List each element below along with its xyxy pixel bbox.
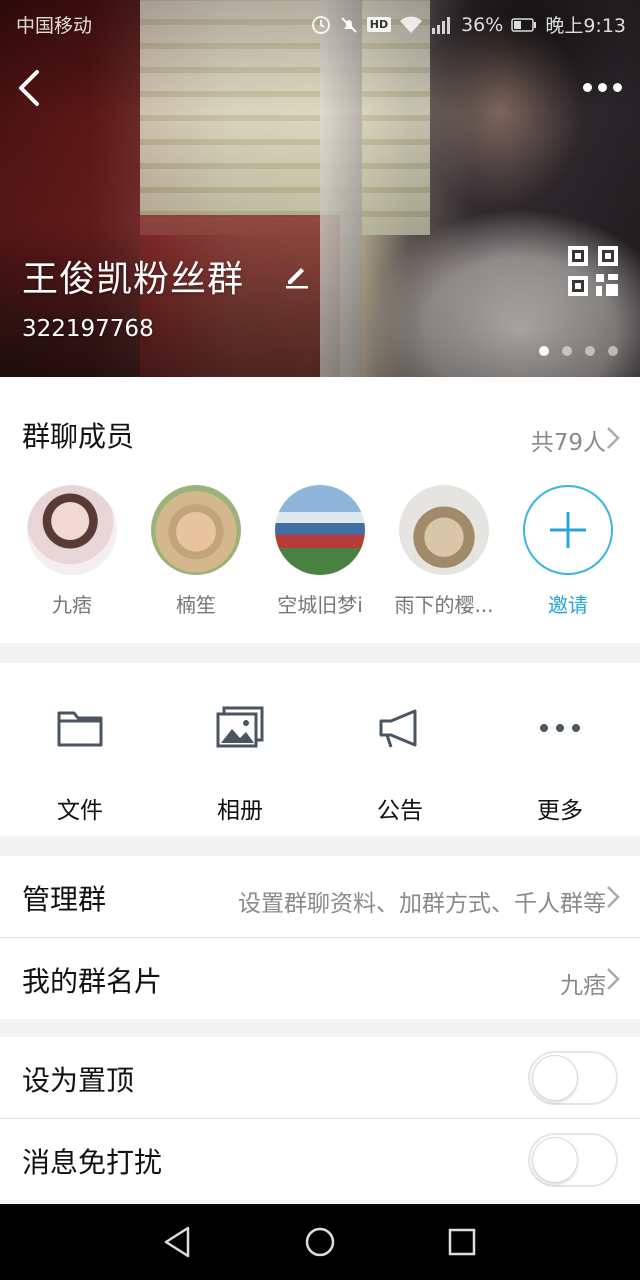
do-not-disturb-toggle[interactable] xyxy=(528,1133,618,1187)
member-name: 空城旧梦i xyxy=(277,593,363,617)
row-label: 消息免打扰 xyxy=(22,1146,163,1179)
battery-icon xyxy=(511,17,537,32)
carousel-dot xyxy=(608,346,618,356)
carousel-dot xyxy=(539,346,549,356)
status-icons: HD 36% 晚上9:13 xyxy=(311,11,626,38)
chevron-right-icon xyxy=(607,968,620,990)
pin-top-row: 设为置顶 xyxy=(0,1037,640,1118)
wifi-icon xyxy=(400,16,423,33)
member-item[interactable]: 雨下的樱... xyxy=(382,485,506,618)
alarm-icon xyxy=(311,15,330,34)
action-label: 公告 xyxy=(377,798,423,824)
members-title: 群聊成员 xyxy=(22,420,135,453)
avatar xyxy=(151,485,241,575)
group-name: 王俊凯粉丝群 xyxy=(22,259,245,300)
hd-icon: HD xyxy=(366,17,392,32)
my-group-card-row[interactable]: 我的群名片 九痞 xyxy=(0,938,640,1019)
carousel-dot xyxy=(585,346,595,356)
member-item[interactable]: 九痞 xyxy=(10,485,134,618)
carrier-name: 中国移动 xyxy=(16,15,93,37)
avatar xyxy=(27,485,117,575)
signal-icon xyxy=(432,16,451,34)
mute-icon xyxy=(341,16,357,33)
pin-top-toggle[interactable] xyxy=(528,1051,618,1105)
battery-percent: 36% xyxy=(461,13,504,36)
action-label: 相册 xyxy=(217,798,263,824)
announcement-button[interactable]: 公告 xyxy=(340,703,460,825)
member-item[interactable]: 楠笙 xyxy=(134,485,258,618)
more-options-button[interactable] xyxy=(578,72,626,102)
row-label: 管理群 xyxy=(22,883,107,916)
avatar xyxy=(275,485,365,575)
group-cover: 中国移动 HD 36% 晚上9:13 王俊凯粉丝群 322197768 xyxy=(0,0,640,377)
manage-group-row[interactable]: 管理群 设置群聊资料、加群方式、千人群等 xyxy=(0,856,640,937)
action-label: 文件 xyxy=(57,798,103,824)
row-label: 我的群名片 xyxy=(22,965,163,998)
status-bar: 中国移动 HD 36% 晚上9:13 xyxy=(0,0,640,44)
carousel-indicator xyxy=(539,346,618,356)
more-button[interactable]: 更多 xyxy=(500,703,620,825)
avatar xyxy=(399,485,489,575)
invite-button[interactable]: 邀请 xyxy=(506,485,630,618)
files-button[interactable]: 文件 xyxy=(20,703,140,825)
action-label: 更多 xyxy=(537,798,583,824)
album-button[interactable]: 相册 xyxy=(180,703,300,825)
edit-icon[interactable] xyxy=(282,260,312,290)
member-name: 楠笙 xyxy=(176,593,216,617)
row-label: 设为置顶 xyxy=(22,1064,135,1097)
quick-actions: 文件 相册 公告 更多 xyxy=(0,663,640,836)
member-name: 九痞 xyxy=(52,593,92,617)
members-section: 群聊成员 共79人 九痞 楠笙 空城旧梦i 雨下的樱... 邀请 xyxy=(0,377,640,643)
invite-label: 邀请 xyxy=(548,593,588,617)
more-dots-icon xyxy=(540,724,580,732)
nav-home-icon[interactable] xyxy=(300,1222,340,1262)
folder-icon xyxy=(57,711,103,747)
member-count[interactable]: 共79人 xyxy=(531,423,606,457)
megaphone-icon xyxy=(379,709,417,748)
row-value: 设置群聊资料、加群方式、千人群等 xyxy=(238,891,606,917)
qr-code-icon[interactable] xyxy=(566,244,620,298)
chevron-right-icon xyxy=(607,427,620,449)
carousel-dot xyxy=(562,346,572,356)
row-value: 九痞 xyxy=(560,973,606,999)
album-icon xyxy=(216,706,264,748)
clock: 晚上9:13 xyxy=(545,15,626,37)
do-not-disturb-row: 消息免打扰 xyxy=(0,1119,640,1200)
nav-back-icon[interactable] xyxy=(158,1222,198,1262)
member-name: 雨下的樱... xyxy=(394,593,494,617)
chevron-right-icon xyxy=(607,886,620,908)
plus-icon xyxy=(523,485,613,575)
group-id: 322197768 xyxy=(22,316,154,342)
back-button[interactable] xyxy=(10,64,50,112)
nav-recents-icon[interactable] xyxy=(442,1222,482,1262)
member-item[interactable]: 空城旧梦i xyxy=(258,485,382,618)
system-nav-bar xyxy=(0,1204,640,1280)
